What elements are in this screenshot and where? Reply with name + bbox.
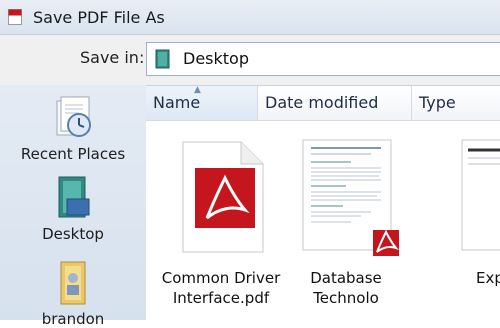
column-header-row: Name ▲ Date modified Type [146, 85, 500, 121]
file-item-database[interactable]: Database Technolo [271, 138, 421, 308]
column-header-date-modified[interactable]: Date modified [258, 86, 412, 120]
file-list: Name ▲ Date modified Type Common Driver … [146, 85, 500, 321]
place-label-user: brandon [41, 310, 105, 328]
save-in-location-dropdown[interactable]: Desktop [146, 42, 500, 76]
column-header-date-label: Date modified [265, 93, 379, 112]
place-recent-places[interactable]: Recent Places [0, 95, 146, 163]
place-desktop[interactable]: Desktop [0, 175, 146, 243]
file-name-line1: Database [310, 269, 382, 287]
window-title: Save PDF File As [33, 8, 165, 27]
pdf-file-icon [182, 141, 264, 253]
pdf-document-thumbnail [302, 139, 400, 256]
save-in-location-value: Desktop [183, 49, 249, 68]
column-header-type[interactable]: Type [412, 86, 500, 120]
place-label-desktop: Desktop [42, 225, 104, 243]
document-thumbnail [461, 139, 500, 251]
save-in-toolbar: Save in: Desktop [0, 35, 500, 85]
recent-places-icon [56, 96, 91, 137]
desktop-icon [58, 176, 90, 218]
place-user[interactable]: brandon [0, 260, 146, 328]
save-in-label: Save in: [80, 48, 145, 67]
file-item-exp[interactable]: Exp [436, 138, 500, 288]
column-header-name-label: Name [153, 93, 201, 112]
pdf-app-icon [8, 9, 22, 25]
file-name-line2: Technolo [313, 289, 379, 307]
desktop-icon [155, 49, 170, 69]
title-bar: Save PDF File As [0, 0, 500, 35]
file-name-line1: Exp [476, 269, 500, 287]
user-folder-icon [60, 261, 86, 305]
places-bar: Recent Places Desktop brandon [0, 85, 146, 328]
place-label-recent-places: Recent Places [20, 145, 126, 163]
column-header-type-label: Type [419, 93, 456, 112]
sort-ascending-icon: ▲ [194, 85, 201, 95]
column-header-name[interactable]: Name ▲ [146, 85, 258, 120]
